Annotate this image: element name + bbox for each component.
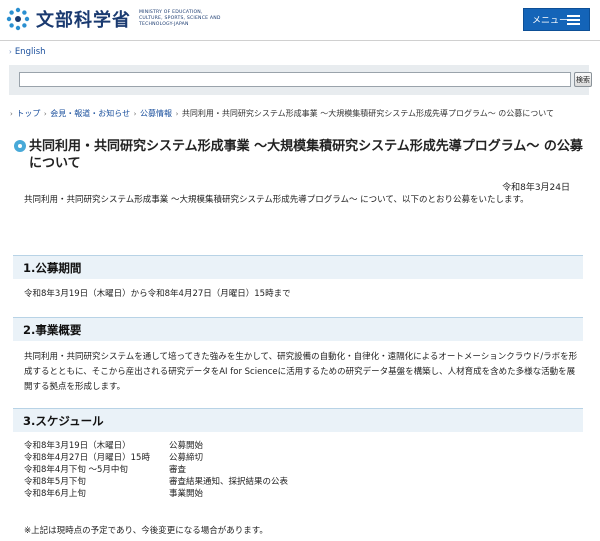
menu-button[interactable]: メニュー bbox=[523, 8, 590, 31]
overview-text: 共同利用・共同研究システムを通して培ってきた強みを生かして、研究設備の自動化・自… bbox=[24, 352, 578, 392]
schedule-event: 公募締切 bbox=[169, 453, 204, 463]
schedule-event: 審査結果通知、採択結果の公表 bbox=[169, 477, 289, 487]
schedule-date: 令和8年3月19日（木曜日） bbox=[24, 441, 131, 451]
chevron-right-icon: › bbox=[175, 110, 179, 118]
intro-text: 共同利用・共同研究システム形成事業 〜大規模集積研究システム形成先導プログラム〜… bbox=[24, 195, 529, 205]
breadcrumb-current: 共同利用・共同研究システム形成事業 〜大規模集積研究システム形成先導プログラム〜… bbox=[181, 109, 555, 118]
chevron-right-icon: › bbox=[133, 110, 137, 118]
section-heading-period: 1.公募期間 bbox=[13, 255, 583, 279]
schedule-row: 令和8年3月19日（木曜日） 公募開始 bbox=[24, 440, 288, 452]
search-bar: 検索 bbox=[9, 65, 592, 95]
schedule-date: 令和8年5月下旬 bbox=[24, 477, 86, 487]
logo-english-text: MINISTRY OF EDUCATION, CULTURE, SPORTS, … bbox=[139, 10, 221, 27]
schedule-list: 令和8年3月19日（木曜日） 公募開始 令和8年4月27日（月曜日）15時 公募… bbox=[24, 440, 288, 500]
page-title: 共同利用・共同研究システム形成事業 〜大規模集積研究システム形成先導プログラム〜… bbox=[29, 139, 583, 171]
schedule-date: 令和8年4月27日（月曜日）15時 bbox=[24, 453, 150, 463]
schedule-row: 令和8年6月上旬 事業開始 bbox=[24, 488, 288, 500]
schedule-event: 事業開始 bbox=[169, 489, 204, 499]
schedule-row: 令和8年4月下旬 〜5月中旬 審査 bbox=[24, 464, 288, 476]
breadcrumb-press[interactable]: 会見・報道・お知らせ bbox=[50, 109, 130, 118]
section-heading-schedule: 3.スケジュール bbox=[13, 408, 583, 432]
search-input[interactable] bbox=[19, 72, 571, 87]
site-header: 文部科学省 MINISTRY OF EDUCATION, CULTURE, SP… bbox=[0, 0, 600, 40]
header-divider bbox=[0, 40, 600, 41]
breadcrumb-top[interactable]: トップ bbox=[16, 109, 40, 118]
site-logo[interactable]: 文部科学省 MINISTRY OF EDUCATION, CULTURE, SP… bbox=[6, 5, 227, 33]
breadcrumb-recruitment[interactable]: 公募情報 bbox=[140, 109, 172, 118]
schedule-row: 令和8年5月下旬 審査結果通知、採択結果の公表 bbox=[24, 476, 288, 488]
schedule-row: 令和8年4月27日（月曜日）15時 公募締切 bbox=[24, 452, 288, 464]
publish-date: 令和8年3月24日 bbox=[502, 183, 570, 193]
logo-emblem-icon bbox=[6, 7, 30, 31]
period-text: 令和8年3月19日（木曜日）から令和8年4月27日（月曜日）15時まで bbox=[24, 289, 291, 299]
logo-text: 文部科学省 bbox=[36, 10, 131, 31]
schedule-note: ※上記は現時点の予定であり、今後変更になる場合があります。 bbox=[24, 526, 268, 536]
menu-label: メニュー bbox=[532, 16, 569, 26]
breadcrumb: › トップ › 会見・報道・お知らせ › 公募情報 › 共同利用・共同研究システ… bbox=[9, 108, 554, 119]
chevron-right-icon: › bbox=[10, 110, 13, 118]
schedule-event: 審査 bbox=[169, 465, 187, 475]
schedule-date: 令和8年4月下旬 〜5月中旬 bbox=[24, 465, 128, 475]
section-heading-overview: 2.事業概要 bbox=[13, 317, 583, 341]
hamburger-icon bbox=[567, 15, 580, 25]
english-link-label: English bbox=[14, 47, 46, 57]
search-button[interactable]: 検索 bbox=[574, 72, 592, 87]
schedule-event: 公募開始 bbox=[169, 441, 204, 451]
chevron-right-icon: › bbox=[43, 110, 47, 118]
chevron-right-icon: › bbox=[9, 48, 12, 56]
english-link[interactable]: › English bbox=[9, 47, 46, 57]
schedule-date: 令和8年6月上旬 bbox=[24, 489, 86, 499]
